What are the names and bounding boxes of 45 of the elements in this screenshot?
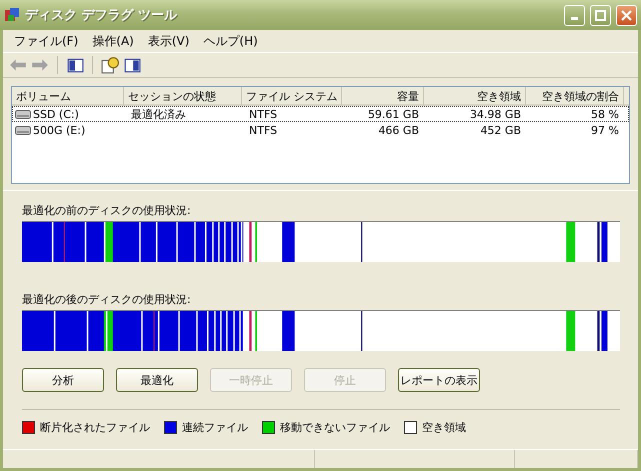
action-button[interactable]: 分析 (22, 368, 104, 392)
app-icon (4, 7, 20, 23)
minimize-button[interactable] (564, 4, 585, 26)
minimize-icon (571, 17, 578, 20)
drive-icon (15, 110, 31, 119)
menu-item[interactable]: ファイル(F) (7, 32, 86, 50)
panel-icon[interactable] (123, 56, 141, 74)
menu-item[interactable]: 操作(A) (85, 32, 141, 50)
panel-icon[interactable] (66, 56, 84, 74)
menu-item[interactable]: ヘルプ(H) (196, 32, 265, 50)
action-button[interactable]: レポートの表示 (398, 368, 480, 392)
table-cell-text: 34.98 GB (468, 108, 522, 121)
column-header[interactable]: セッションの状態 (124, 87, 242, 106)
window-title: ディスク デフラグ ツール (25, 7, 178, 24)
legend-label: 断片化されたファイル (40, 420, 150, 435)
maximize-icon (595, 10, 606, 20)
legend-label: 連続ファイル (182, 420, 248, 435)
maximize-button[interactable] (590, 4, 611, 26)
column-header[interactable]: 空き領域の割合 (526, 87, 624, 106)
close-icon (621, 10, 632, 20)
table-cell-text: NTFS (248, 124, 278, 136)
table-cell-text: 452 GB (479, 124, 522, 136)
help-icon[interactable] (101, 56, 119, 74)
legend-label: 移動できないファイル (280, 420, 390, 435)
table-cell: SSD (C:) (33, 108, 79, 121)
drive-icon (15, 126, 31, 134)
table-cell-text: 466 GB (377, 124, 420, 136)
table-cell-text: 58 % (590, 108, 620, 121)
column-header[interactable]: 容量 (342, 87, 424, 106)
legend-label: 空き領域 (422, 420, 466, 435)
volume-row[interactable]: SSD (C:) 最適化済み NTFS 59.61 GB 34.98 GB 58 % (12, 106, 629, 122)
map-label: 最適化の後のディスクの使用状況: (22, 292, 192, 307)
table-cell-text: 最適化済み (130, 107, 187, 122)
close-button[interactable] (616, 4, 637, 26)
column-header[interactable]: ボリューム (12, 87, 124, 106)
column-header[interactable]: ファイル システム (242, 87, 342, 106)
table-cell-text: 97 % (590, 124, 620, 136)
table-cell-text: NTFS (248, 108, 278, 121)
column-header[interactable]: 空き領域 (424, 87, 526, 106)
table-cell: 500G (E:) (33, 124, 86, 136)
menu-item[interactable]: 表示(V) (140, 32, 196, 50)
action-button[interactable]: 最適化 (116, 368, 198, 392)
volume-row[interactable]: 500G (E:) NTFS 466 GB 452 GB 97 % (12, 122, 629, 138)
map-label: 最適化の前のディスクの使用状況: (22, 203, 192, 218)
table-cell-text: 59.61 GB (366, 108, 420, 121)
